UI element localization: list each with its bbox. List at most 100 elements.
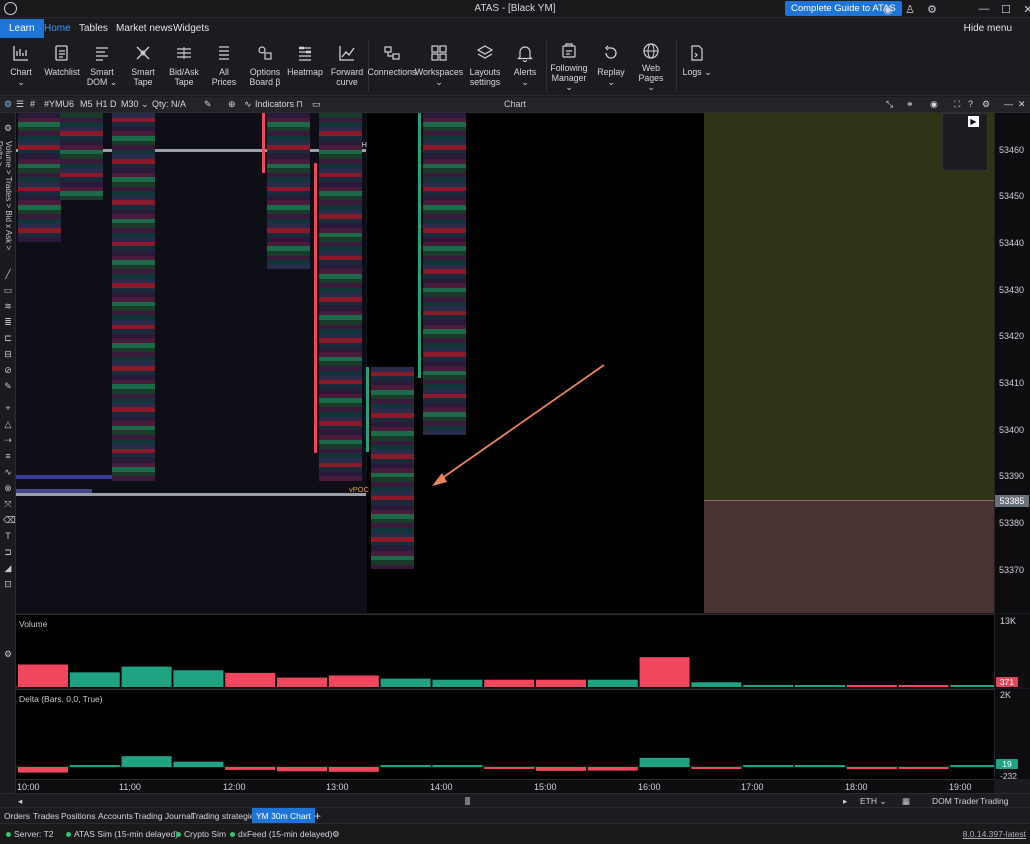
fibonacci-tool-icon[interactable]: ≣: [3, 317, 13, 327]
chart-scroll-row: ◂ ▸ ETH ⌄ ▦ DOM Trader Trading Panel: [0, 793, 1030, 816]
text-tool-icon[interactable]: T: [3, 531, 13, 541]
arrow-tool-icon[interactable]: ⇢: [3, 435, 13, 445]
volume-bar: [743, 684, 794, 687]
version-link[interactable]: 8.0.14.397-latest: [963, 829, 1026, 839]
camera-icon[interactable]: ◉: [880, 3, 896, 16]
ruler-tool-icon[interactable]: ⊏: [3, 333, 13, 343]
heatmap-label: Heatmap: [287, 67, 323, 77]
fullscreen-icon[interactable]: ⛶: [954, 99, 960, 110]
connections-gear-icon[interactable]: ⚙: [332, 829, 340, 840]
minimize-icon[interactable]: —: [976, 3, 992, 15]
pencil-tool-icon[interactable]: ✎: [3, 381, 13, 391]
link-icon[interactable]: ⚭: [906, 99, 914, 110]
volume-bars: [18, 657, 994, 687]
chart-close-icon[interactable]: ✕: [1018, 99, 1026, 110]
maximize-icon[interactable]: ☐: [998, 3, 1014, 16]
time-label: 12:00: [223, 782, 246, 792]
smart-dom-icon: [91, 42, 113, 64]
volume-panel[interactable]: Volume: [16, 614, 994, 688]
price-label: 53400: [999, 425, 1025, 435]
smart-tape-button[interactable]: Smart Tape: [128, 40, 158, 92]
hide-menu-button[interactable]: Hide menu: [956, 19, 1020, 38]
watchlist-label: Watchlist: [44, 67, 80, 77]
time-label: 13:00: [326, 782, 349, 792]
close-icon[interactable]: ✕: [1020, 3, 1030, 16]
time-label: 19:00: [949, 782, 972, 792]
forward-curve-button[interactable]: Forward curve: [330, 40, 364, 92]
levels-tool-icon[interactable]: ⊟: [3, 349, 13, 359]
replay-button[interactable]: Replay ⌄: [594, 40, 628, 92]
magnet-tool-icon[interactable]: ⊗: [3, 483, 13, 493]
user-icon[interactable]: ♙: [902, 3, 918, 16]
logs-button[interactable]: Logs ⌄: [682, 40, 712, 92]
time-axis[interactable]: 10:00 11:00 12:00 13:00 14:00 15:00 16:0…: [16, 779, 994, 793]
chart-gear-icon[interactable]: ⚙: [982, 99, 990, 110]
all-prices-button[interactable]: All Prices: [210, 40, 238, 92]
server-status[interactable]: Server: T2: [6, 829, 54, 839]
scroll-left-icon[interactable]: ◂: [18, 796, 22, 807]
time-label: 15:00: [534, 782, 557, 792]
price-scale[interactable]: 53460 53450 53440 53430 53420 53410 5340…: [994, 113, 1030, 613]
dxfeed-label: dxFeed (15-min delayed): [238, 829, 333, 839]
signal-tool-icon[interactable]: ◢: [3, 563, 13, 573]
crypto-sim-status[interactable]: Crypto Sim: [176, 829, 226, 839]
horizontal-scrollbar-thumb[interactable]: [465, 797, 470, 805]
add-tab-button[interactable]: +: [310, 808, 325, 824]
play-icon[interactable]: ▶: [968, 116, 979, 127]
scroll-right-icon[interactable]: ▸: [843, 796, 847, 807]
globe-icon: [640, 42, 662, 60]
session-selector[interactable]: ETH ⌄: [860, 796, 886, 807]
annotation-arrow[interactable]: [16, 113, 994, 613]
crosshair-icon[interactable]: ⤡: [886, 99, 893, 110]
layouts-settings-button[interactable]: Layouts settings: [468, 40, 502, 92]
heatmap-button[interactable]: Heatmap: [287, 40, 323, 92]
current-price-badge: 53385: [995, 495, 1029, 507]
eraser-tool-icon[interactable]: ⌫: [3, 515, 16, 525]
bell-icon: [514, 42, 536, 64]
atas-sim-status[interactable]: ATAS Sim (15-min delayed): [66, 829, 178, 839]
delta-panel[interactable]: Delta (Bars, 0,0, True): [16, 689, 994, 779]
footprint-chart[interactable]: VAH vPOC ▶: [16, 113, 994, 613]
rectangle-tool-icon[interactable]: ▭: [3, 285, 13, 295]
tab-ym-30m-chart[interactable]: YM 30m Chart: [252, 808, 315, 824]
options-board-button[interactable]: Options Board β: [248, 40, 282, 92]
chart-button[interactable]: Chart ⌄: [6, 40, 36, 92]
alerts-button[interactable]: Alerts ⌄: [510, 40, 540, 92]
bidask-tape-label: Bid/Ask Tape: [169, 67, 199, 87]
price-label: 53380: [999, 518, 1025, 528]
watchlist-button[interactable]: Watchlist: [44, 40, 80, 92]
scale-tool-icon[interactable]: ⊡: [3, 579, 13, 589]
workspaces-button[interactable]: Workspaces ⌄: [415, 40, 463, 92]
titlebar-icons: ◉ ♙ ⚙ — ☐ ✕: [880, 2, 1030, 16]
calendar-icon[interactable]: ▦: [902, 796, 910, 807]
curve-tool-icon[interactable]: ∿: [3, 467, 13, 477]
bidask-tape-button[interactable]: Bid/Ask Tape: [166, 40, 202, 92]
tab-widgets[interactable]: Widgets: [165, 19, 217, 38]
delta-bar: [484, 767, 535, 769]
delta-bar: [18, 767, 68, 773]
lock-tool-icon[interactable]: ⊐: [3, 547, 13, 557]
dom-trader-button[interactable]: DOM Trader: [932, 796, 979, 806]
measure-tool-icon[interactable]: ⊘: [3, 365, 13, 375]
settings-icon[interactable]: ⚙: [924, 3, 940, 16]
list-tool-icon[interactable]: ≡: [3, 451, 13, 461]
panel-settings-icon[interactable]: ⚙: [3, 649, 13, 659]
settings-tool-icon[interactable]: ⚙: [3, 123, 13, 133]
channel-tool-icon[interactable]: ≋: [3, 301, 13, 311]
crypto-sim-label: Crypto Sim: [184, 829, 227, 839]
line-tool-icon[interactable]: ╱: [3, 269, 13, 279]
dxfeed-status[interactable]: dxFeed (15-min delayed): [230, 829, 333, 839]
help-icon[interactable]: ?: [968, 99, 973, 109]
web-pages-button[interactable]: Web Pages ⌄: [634, 40, 668, 92]
following-manager-button[interactable]: Following Manager ⌄: [550, 40, 588, 92]
volume-bar: [69, 672, 120, 687]
indicator-breadcrumb[interactable]: Volume > Trades > Bid x Ask > Delta >: [0, 141, 13, 261]
smart-dom-button[interactable]: Smart DOM ⌄: [86, 40, 118, 92]
chart-minimize-icon[interactable]: —: [1004, 99, 1013, 109]
mini-dom-widget[interactable]: ▶: [942, 113, 988, 171]
cross-tool-icon[interactable]: +: [3, 403, 13, 413]
connections-button[interactable]: Connections: [368, 40, 416, 92]
move-tool-icon[interactable]: ⤧: [3, 499, 13, 509]
screenshot-icon[interactable]: ◉: [930, 99, 938, 110]
triangle-tool-icon[interactable]: △: [3, 419, 13, 429]
